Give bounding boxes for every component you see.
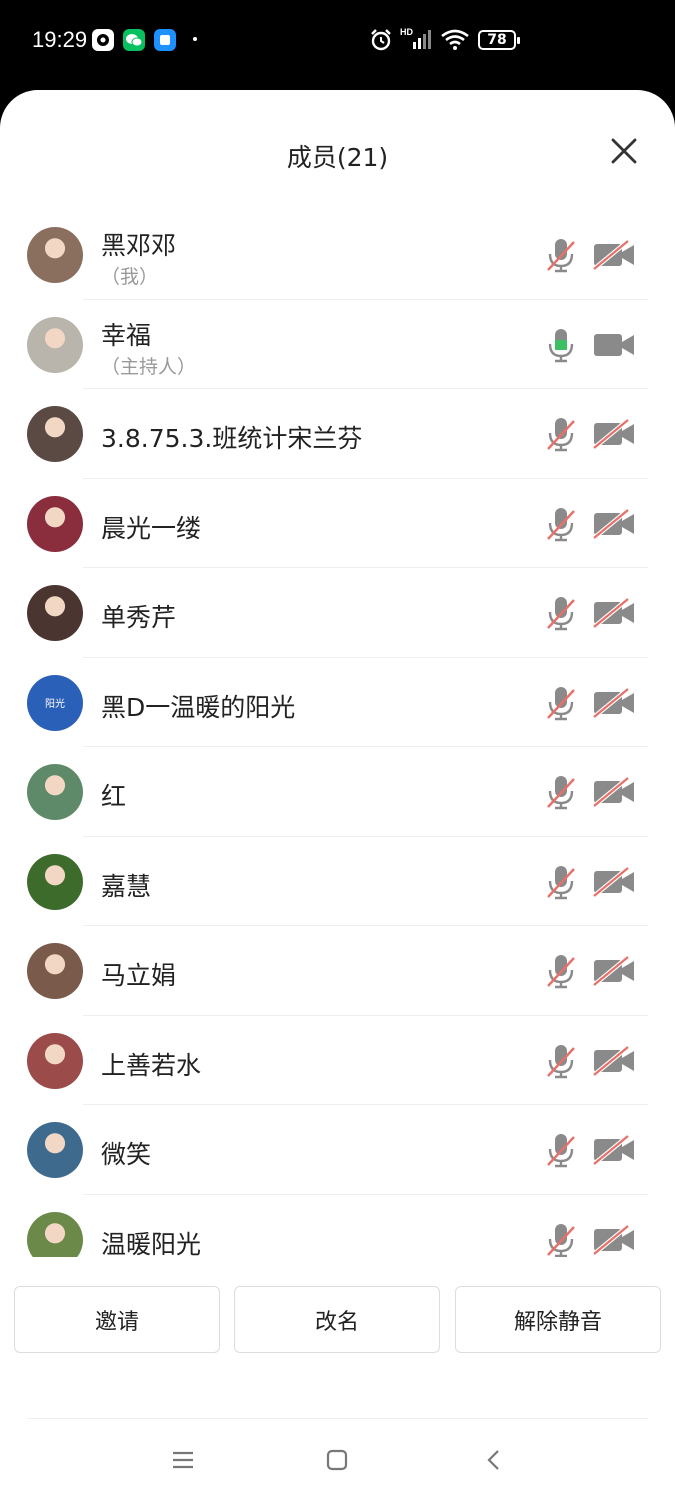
camera-off-icon[interactable]	[592, 777, 636, 807]
mic-icon[interactable]	[545, 327, 577, 363]
nav-home-button[interactable]	[317, 1442, 357, 1478]
member-row[interactable]: 黑邓邓 （我）	[0, 210, 675, 300]
nav-back-button[interactable]	[474, 1442, 514, 1478]
avatar	[27, 495, 83, 552]
mic-muted-icon[interactable]	[545, 237, 577, 273]
avatar: 阳光	[27, 674, 83, 731]
panel-title: 成员(21)	[286, 143, 389, 172]
camera-off-icon[interactable]	[592, 687, 636, 718]
camera-off-icon[interactable]	[592, 956, 636, 986]
camera-off-icon[interactable]	[592, 866, 636, 897]
member-row[interactable]: 上善若水	[0, 1016, 675, 1105]
avatar	[27, 406, 83, 462]
wifi-icon	[441, 29, 469, 50]
member-name: 微笑	[101, 1140, 152, 1169]
mic-muted-icon[interactable]	[545, 1043, 577, 1079]
notification-dot	[193, 37, 197, 41]
members-panel: 成员(21) 黑邓邓 （我） 幸福 （主持人） 3.8.75.3.班统计宋兰芬 晨光一缕单…	[0, 90, 675, 1500]
rename-button[interactable]: 改名	[234, 1286, 440, 1353]
member-row[interactable]: 阳光 黑D一温暖的阳光	[0, 658, 675, 747]
member-row[interactable]: 单秀芹	[0, 568, 675, 658]
camera-icon[interactable]	[592, 330, 636, 360]
member-role: （主持人）	[101, 355, 197, 378]
member-row[interactable]: 晨光一缕	[0, 479, 675, 568]
member-row[interactable]: 红	[0, 747, 675, 837]
mic-muted-icon[interactable]	[545, 774, 577, 810]
mic-muted-icon[interactable]	[545, 416, 577, 452]
camera-off-icon[interactable]	[592, 598, 636, 628]
avatar	[27, 316, 83, 373]
home-square-icon	[326, 1449, 348, 1471]
app-icon-blue	[154, 29, 176, 51]
mic-muted-icon[interactable]	[545, 1222, 577, 1258]
avatar	[27, 853, 83, 910]
camera-app-icon	[92, 29, 114, 51]
member-name: 上善若水	[101, 1050, 202, 1080]
unmute-all-button[interactable]: 解除静音	[455, 1286, 661, 1353]
divider	[27, 1418, 648, 1419]
camera-off-icon[interactable]	[592, 508, 636, 539]
camera-off-icon[interactable]	[592, 1135, 636, 1165]
member-name: 单秀芹	[101, 603, 177, 632]
avatar	[27, 1032, 83, 1089]
member-row[interactable]: 温暖阳光	[0, 1195, 675, 1258]
member-row[interactable]: 微笑	[0, 1105, 675, 1195]
member-row[interactable]: 嘉慧	[0, 837, 675, 926]
avatar	[27, 227, 83, 283]
member-name: 黑D一温暖的阳光	[101, 692, 296, 722]
member-role: （我）	[101, 266, 159, 288]
status-time: 19:29	[32, 27, 88, 52]
back-chevron-icon	[487, 1450, 499, 1470]
avatar	[27, 764, 83, 820]
camera-off-icon[interactable]	[592, 1045, 636, 1076]
mic-muted-icon[interactable]	[545, 595, 577, 631]
avatar-text: 阳光	[45, 699, 65, 710]
camera-off-icon[interactable]	[592, 1224, 636, 1255]
close-icon[interactable]	[611, 138, 637, 164]
avatar	[27, 1122, 83, 1178]
member-list[interactable]: 黑邓邓 （我） 幸福 （主持人） 3.8.75.3.班统计宋兰芬 晨光一缕单秀芹阳光 黑D一…	[0, 210, 675, 1257]
avatar	[27, 585, 83, 641]
camera-off-icon[interactable]	[592, 419, 636, 449]
wechat-icon	[123, 29, 145, 51]
member-name: 红	[101, 782, 127, 811]
mic-muted-icon[interactable]	[545, 953, 577, 989]
member-name: 温暖阳光	[101, 1229, 202, 1258]
invite-button[interactable]: 邀请	[14, 1286, 220, 1353]
signal-icon: HD	[400, 27, 431, 49]
member-name: 3.8.75.3.班统计宋兰芬	[101, 424, 363, 453]
member-row[interactable]: 马立娟	[0, 926, 675, 1016]
avatar	[27, 943, 83, 999]
member-name: 马立娟	[101, 961, 177, 990]
member-row[interactable]: 幸福 （主持人）	[0, 300, 675, 389]
member-name: 黑邓邓	[101, 231, 177, 260]
mic-muted-icon[interactable]	[545, 1132, 577, 1168]
alarm-icon	[371, 29, 391, 51]
mic-muted-icon[interactable]	[545, 864, 577, 900]
member-name: 幸福	[101, 320, 152, 350]
nav-menu-button[interactable]	[163, 1442, 203, 1478]
mic-muted-icon[interactable]	[545, 506, 577, 542]
member-row[interactable]: 3.8.75.3.班统计宋兰芬	[0, 389, 675, 479]
menu-icon	[173, 1451, 193, 1469]
member-name: 晨光一缕	[101, 513, 202, 543]
battery-indicator: 78	[478, 30, 520, 50]
avatar	[27, 1211, 83, 1257]
mic-muted-icon[interactable]	[545, 685, 577, 721]
status-bar: 19:29 HD 78	[0, 0, 675, 90]
member-name: 嘉慧	[101, 871, 152, 901]
svg-text:HD: HD	[400, 27, 413, 37]
camera-off-icon[interactable]	[592, 240, 636, 270]
